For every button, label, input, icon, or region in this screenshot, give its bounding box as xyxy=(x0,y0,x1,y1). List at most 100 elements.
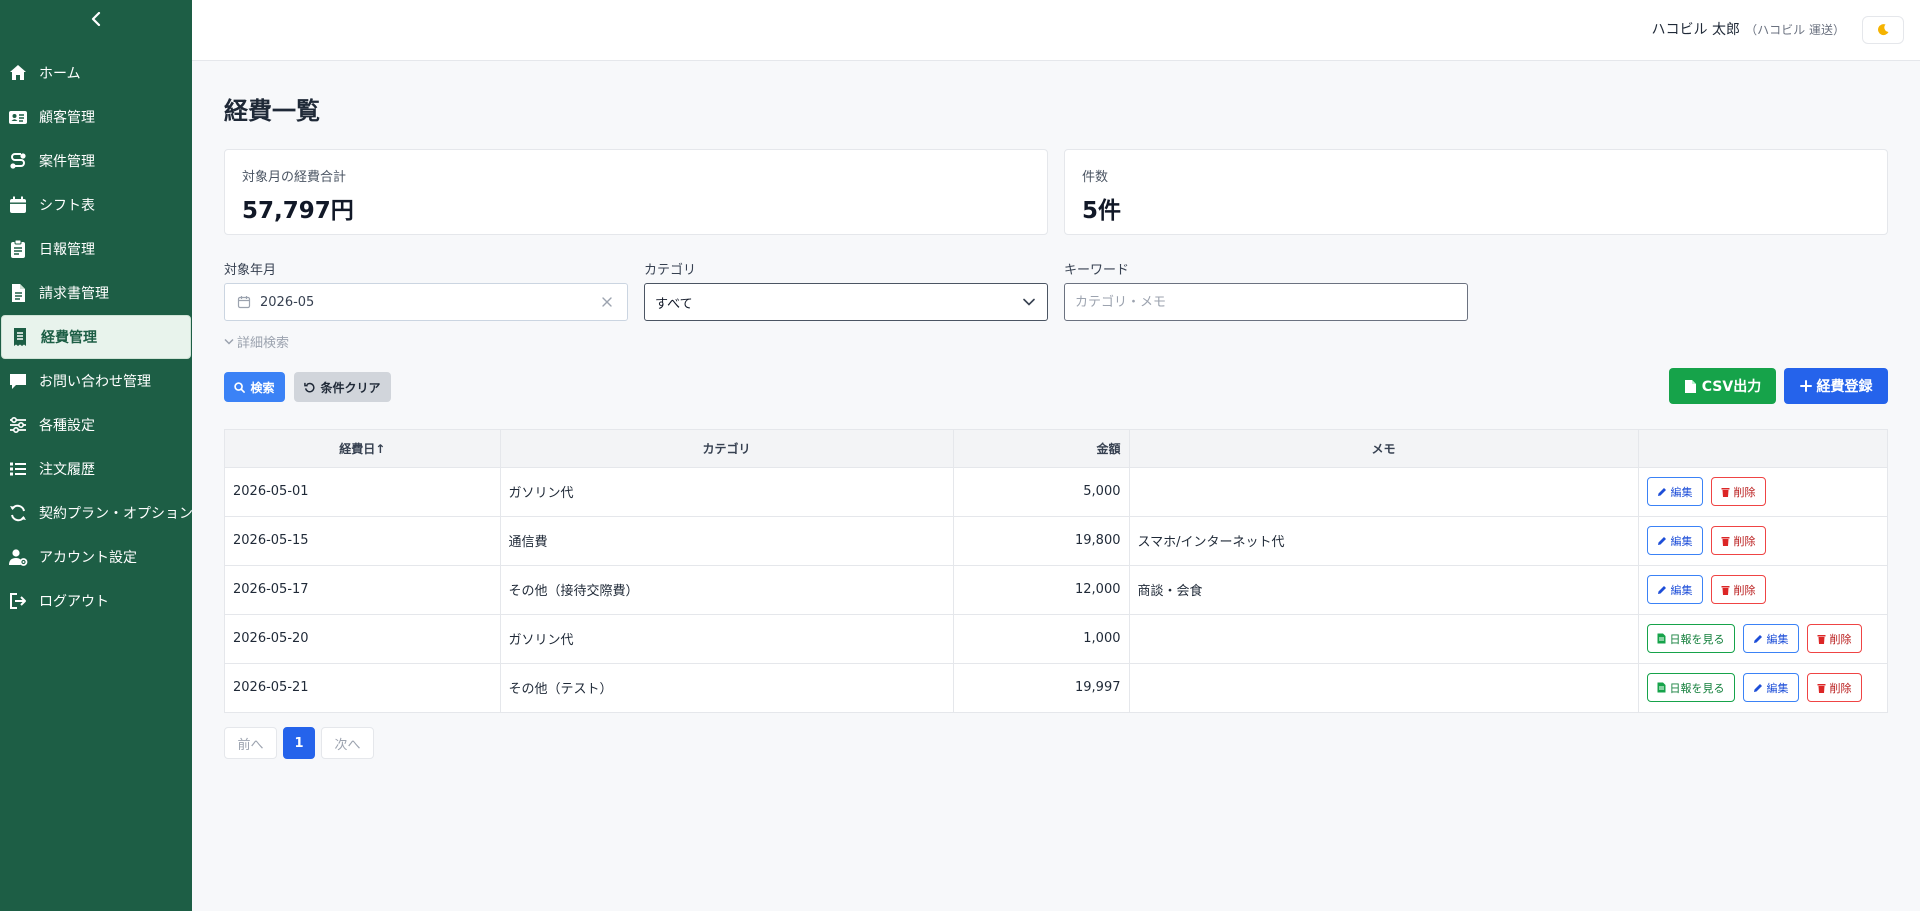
view-report-button[interactable]: 日報を見る xyxy=(1646,624,1735,653)
sidebar-item-label: ホーム xyxy=(39,66,81,82)
delete-button[interactable]: 削除 xyxy=(1710,526,1766,555)
edit-label: 編集 xyxy=(1766,632,1789,646)
sidebar-item-11[interactable]: アカウント設定 xyxy=(0,535,192,579)
pencil-icon xyxy=(1753,683,1762,692)
count-value: 5件 xyxy=(1082,198,1122,224)
sidebar-item-label: アカウント設定 xyxy=(39,550,137,566)
delete-label: 削除 xyxy=(1829,681,1852,695)
clear-icon[interactable] xyxy=(601,296,613,308)
total-label: 対象月の経費合計 xyxy=(242,170,347,185)
cell-amount: 19,997 xyxy=(953,663,1130,712)
trash-icon xyxy=(1721,585,1729,595)
category-select[interactable]: すべて xyxy=(644,283,1048,321)
column-header-date[interactable]: 経費日↑ xyxy=(225,430,501,468)
delete-button[interactable]: 削除 xyxy=(1710,575,1766,604)
collapse-sidebar-button[interactable] xyxy=(86,8,106,30)
category-label: カテゴリ xyxy=(644,263,697,278)
add-button-label: 経費登録 xyxy=(1816,379,1873,395)
file-icon xyxy=(8,283,28,303)
cell-amount: 1,000 xyxy=(953,614,1130,664)
sidebar-item-label: 請求書管理 xyxy=(39,286,109,302)
delete-button[interactable]: 削除 xyxy=(1806,673,1862,703)
sidebar-item-1[interactable]: 顧客管理 xyxy=(0,95,192,139)
sidebar-item-label: 顧客管理 xyxy=(39,110,95,126)
edit-button[interactable]: 編集 xyxy=(1646,477,1703,506)
edit-button[interactable]: 編集 xyxy=(1646,526,1703,555)
view-report-label: 日報を見る xyxy=(1669,632,1725,646)
cell-actions: 日報を見る 編集 削除 xyxy=(1638,614,1887,664)
cell-date: 2026-05-15 xyxy=(225,516,501,566)
sidebar-nav: ホーム顧客管理案件管理シフト表日報管理請求書管理経費管理 お問い合わせ管理 各種設定… xyxy=(0,51,192,623)
refresh-icon xyxy=(8,503,28,523)
sidebar-item-5[interactable]: 請求書管理 xyxy=(0,271,192,315)
sidebar-item-6[interactable]: 経費管理 xyxy=(1,315,191,359)
sidebar-item-7[interactable]: お問い合わせ管理 xyxy=(0,359,192,403)
table-row: 2026-05-01 ガソリン代 5,000 編集 削除 xyxy=(225,467,1887,517)
keyword-field[interactable] xyxy=(1064,283,1468,321)
cell-category: 通信費 xyxy=(500,516,954,566)
edit-label: 編集 xyxy=(1670,485,1693,499)
sidebar-item-2[interactable]: 案件管理 xyxy=(0,139,192,183)
next-page-button[interactable]: 次へ xyxy=(321,727,374,759)
csv-export-button[interactable]: CSV出力 xyxy=(1669,368,1776,404)
column-header-memo: メモ xyxy=(1129,430,1639,468)
delete-button[interactable]: 削除 xyxy=(1710,477,1766,506)
sidebar-item-4[interactable]: 日報管理 xyxy=(0,227,192,271)
clipboard-icon xyxy=(8,239,28,259)
keyword-input[interactable] xyxy=(1065,284,1467,320)
csv-button-label: CSV出力 xyxy=(1701,379,1762,395)
sidebar-item-9[interactable]: 注文履歴 xyxy=(0,447,192,491)
count-card: 件数 5件 xyxy=(1064,149,1888,235)
sidebar-item-8[interactable]: 各種設定 xyxy=(0,403,192,447)
advanced-search-toggle[interactable]: 詳細検索 xyxy=(224,332,289,351)
current-page-button[interactable]: 1 xyxy=(283,727,315,759)
chevron-down-icon xyxy=(224,338,234,345)
cell-memo xyxy=(1129,663,1639,712)
chevron-left-icon xyxy=(91,12,101,26)
edit-label: 編集 xyxy=(1670,583,1693,597)
count-label: 件数 xyxy=(1082,170,1109,185)
edit-button[interactable]: 編集 xyxy=(1742,673,1799,703)
cell-memo: 商談・会食 xyxy=(1129,565,1639,615)
delete-button[interactable]: 削除 xyxy=(1806,624,1862,653)
view-report-button[interactable]: 日報を見る xyxy=(1646,673,1735,703)
advanced-search-label: 詳細検索 xyxy=(237,336,290,351)
month-field[interactable]: 2026-05 xyxy=(224,283,628,321)
sidebar-item-0[interactable]: ホーム xyxy=(0,51,192,95)
sidebar-item-3[interactable]: シフト表 xyxy=(0,183,192,227)
sidebar-item-label: シフト表 xyxy=(39,198,95,214)
prev-page-button[interactable]: 前へ xyxy=(224,727,277,759)
total-value: 57,797円 xyxy=(242,198,354,224)
month-value: 2026-05 xyxy=(260,294,315,310)
trash-icon xyxy=(1817,634,1825,644)
cell-amount: 5,000 xyxy=(953,467,1130,517)
table-row: 2026-05-21 その他（テスト） 19,997 日報を見る 編集 削除 xyxy=(225,663,1887,712)
company-name: （ハコビル 運送） xyxy=(1745,23,1845,37)
id-card-icon xyxy=(8,107,28,127)
cell-category: ガソリン代 xyxy=(500,467,954,517)
add-expense-button[interactable]: 経費登録 xyxy=(1784,368,1888,404)
edit-button[interactable]: 編集 xyxy=(1646,575,1703,604)
sidebar: ホーム顧客管理案件管理シフト表日報管理請求書管理経費管理 お問い合わせ管理 各種設定… xyxy=(0,0,192,911)
pencil-icon xyxy=(1657,536,1666,545)
cell-date: 2026-05-01 xyxy=(225,467,501,517)
theme-toggle-button[interactable] xyxy=(1862,16,1904,44)
cell-memo xyxy=(1129,467,1639,517)
list-icon xyxy=(8,459,28,479)
trash-icon xyxy=(1721,536,1729,546)
sidebar-item-label: 契約プラン・オプション xyxy=(39,506,192,522)
cell-date: 2026-05-20 xyxy=(225,614,501,664)
sidebar-item-12[interactable]: ログアウト xyxy=(0,579,192,623)
sidebar-item-10[interactable]: 契約プラン・オプション xyxy=(0,491,192,535)
pagination: 前へ 1 次へ xyxy=(224,727,374,759)
search-button[interactable]: 検索 xyxy=(224,372,285,402)
sliders-icon xyxy=(8,415,28,435)
pencil-icon xyxy=(1657,585,1666,594)
receipt-icon xyxy=(10,327,30,347)
clear-conditions-button[interactable]: 条件クリア xyxy=(294,372,391,402)
route-icon xyxy=(8,151,28,171)
edit-button[interactable]: 編集 xyxy=(1742,624,1799,653)
cell-memo: スマホ/インターネット代 xyxy=(1129,516,1639,566)
total-card: 対象月の経費合計 57,797円 xyxy=(224,149,1048,235)
topbar: ハコビル 太郎 （ハコビル 運送） xyxy=(192,0,1920,61)
